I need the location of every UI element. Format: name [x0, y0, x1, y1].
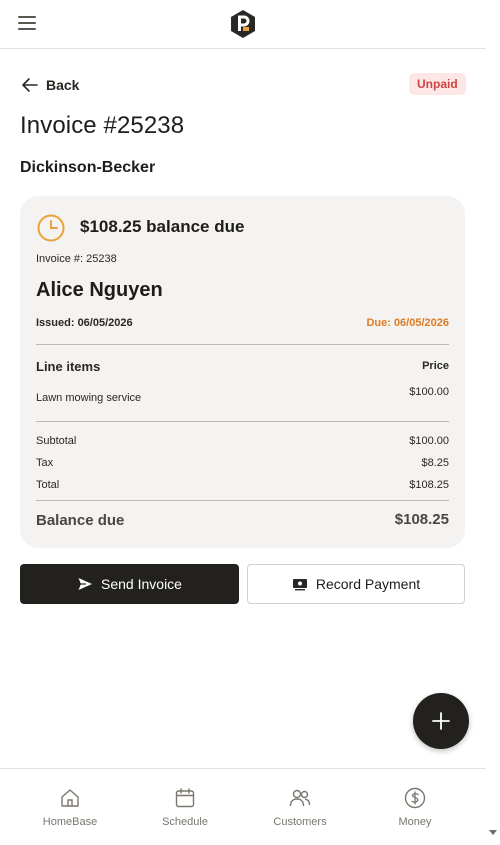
nav-item-schedule[interactable]: Schedule: [135, 769, 235, 845]
dollar-circle-icon: [404, 787, 426, 809]
record-payment-button[interactable]: Record Payment: [247, 564, 465, 604]
send-icon: [78, 578, 93, 590]
plus-icon: [432, 712, 450, 730]
tax-label: Tax: [36, 457, 54, 469]
send-invoice-button[interactable]: Send Invoice: [20, 564, 239, 604]
back-label: Back: [46, 77, 80, 93]
send-invoice-label: Send Invoice: [101, 576, 182, 592]
divider: [36, 421, 449, 422]
back-link[interactable]: Back: [20, 74, 79, 96]
add-fab-button[interactable]: [413, 693, 469, 749]
tax-value: $8.25: [421, 457, 449, 469]
nav-label-homebase: HomeBase: [42, 816, 98, 828]
price-header: Price: [422, 360, 449, 372]
subtotal-value: $100.00: [409, 435, 449, 447]
customer-name: Alice Nguyen: [36, 279, 163, 301]
balance-due-label: Balance due: [36, 512, 125, 529]
issued-date: Issued: 06/05/2026: [36, 317, 133, 329]
nav-item-customers[interactable]: Customers: [250, 769, 350, 845]
total-value: $108.25: [409, 479, 449, 491]
total-label: Total: [36, 479, 60, 491]
divider: [36, 500, 449, 501]
company-name: Dickinson-Becker: [20, 159, 156, 176]
scrollbar[interactable]: [486, 0, 500, 845]
record-payment-label: Record Payment: [315, 576, 421, 592]
invoice-card: $108.25 balance due Invoice #: 25238 Ali…: [20, 196, 465, 548]
page-title: Invoice #25238: [20, 112, 185, 139]
balance-due-heading: $108.25 balance due: [80, 217, 245, 236]
cash-icon: [292, 579, 307, 591]
nav-label-money: Money: [398, 816, 432, 828]
home-icon: [61, 789, 79, 807]
nav-item-money[interactable]: Money: [365, 769, 465, 845]
top-bar: [0, 0, 486, 49]
invoice-number: Invoice #: 25238: [36, 253, 117, 265]
status-badge: Unpaid: [409, 73, 466, 95]
line-items-header: Line items: [36, 359, 101, 374]
divider: [36, 344, 449, 345]
subtotal-label: Subtotal: [36, 435, 77, 447]
line-item-description: Lawn mowing service: [36, 392, 142, 404]
bottom-nav: HomeBase Schedule Customers Money: [0, 768, 486, 845]
balance-due-value: $108.25: [394, 511, 449, 528]
nav-label-schedule: Schedule: [162, 816, 208, 828]
arrow-left-icon: [22, 78, 38, 92]
clock-icon: [37, 214, 65, 242]
scroll-down-arrow-icon[interactable]: [489, 830, 497, 835]
calendar-icon: [175, 788, 195, 808]
nav-label-customers: Customers: [273, 816, 327, 828]
nav-item-homebase[interactable]: HomeBase: [20, 769, 120, 845]
line-item-price: $100.00: [409, 386, 449, 398]
due-date: Due: 06/05/2026: [366, 317, 449, 329]
brand-logo[interactable]: [229, 9, 257, 39]
hamburger-icon[interactable]: [18, 16, 36, 30]
users-icon: [289, 789, 311, 807]
